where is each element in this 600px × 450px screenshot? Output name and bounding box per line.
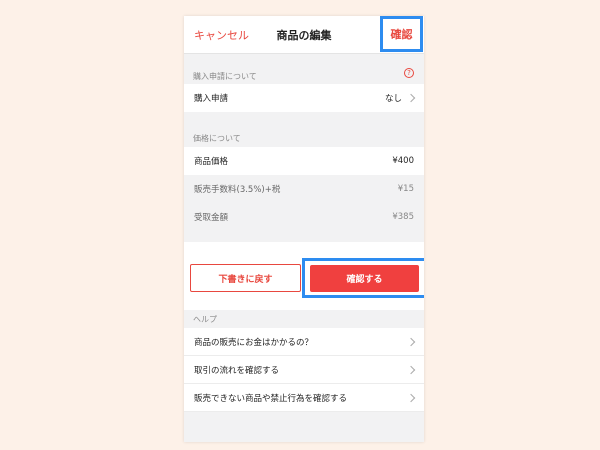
price-section-heading: 価格について — [193, 134, 241, 143]
confirm-highlight-box: 確認 — [380, 16, 423, 52]
help-item-label: 販売できない商品や禁止行為を確認する — [194, 393, 348, 404]
chevron-right-icon — [406, 337, 416, 346]
chevron-right-icon — [406, 93, 416, 103]
chevron-right-icon — [406, 393, 416, 402]
receive-row: 受取金額 ¥385 — [184, 203, 424, 231]
help-section-heading: ヘルプ — [193, 315, 217, 324]
action-buttons-area: 下書きに戻す 確認する — [184, 242, 424, 310]
price-value: ¥400 — [392, 156, 414, 166]
submit-confirm-button[interactable]: 確認する — [310, 265, 419, 292]
submit-highlight-box: 確認する — [302, 258, 424, 298]
fee-row: 販売手数料(3.5%)+税 ¥15 — [184, 175, 424, 203]
purchase-request-row[interactable]: 購入申請 なし — [184, 84, 424, 112]
price-label: 商品価格 — [194, 157, 229, 167]
fee-label: 販売手数料(3.5%)+税 — [194, 185, 281, 195]
help-item-label: 取引の流れを確認する — [194, 365, 280, 376]
question-icon[interactable]: ? — [404, 68, 414, 78]
purchase-request-label: 購入申請 — [194, 94, 229, 104]
fee-value: ¥15 — [397, 184, 414, 194]
receive-label: 受取金額 — [194, 213, 229, 223]
purchase-request-value: なし — [384, 94, 402, 104]
chevron-right-icon — [406, 365, 416, 374]
help-item-flow[interactable]: 取引の流れを確認する — [184, 356, 424, 384]
phone-screen: キャンセル 商品の編集 確認 購入申請について ? 購入申請 なし 価格について… — [184, 16, 424, 442]
receive-value: ¥385 — [392, 212, 414, 222]
price-row[interactable]: 商品価格 ¥400 — [184, 147, 424, 175]
back-to-draft-button[interactable]: 下書きに戻す — [190, 264, 301, 292]
nav-header: キャンセル 商品の編集 確認 — [184, 16, 424, 54]
help-item-label: 商品の販売にお金はかかるの？ — [194, 337, 314, 348]
help-item-prohibited[interactable]: 販売できない商品や禁止行為を確認する — [184, 384, 424, 412]
cancel-button[interactable]: キャンセル — [194, 27, 249, 43]
confirm-button[interactable]: 確認 — [383, 19, 420, 49]
purchase-section-heading: 購入申請について — [193, 72, 257, 81]
help-item-fees[interactable]: 商品の販売にお金はかかるの？ — [184, 328, 424, 356]
